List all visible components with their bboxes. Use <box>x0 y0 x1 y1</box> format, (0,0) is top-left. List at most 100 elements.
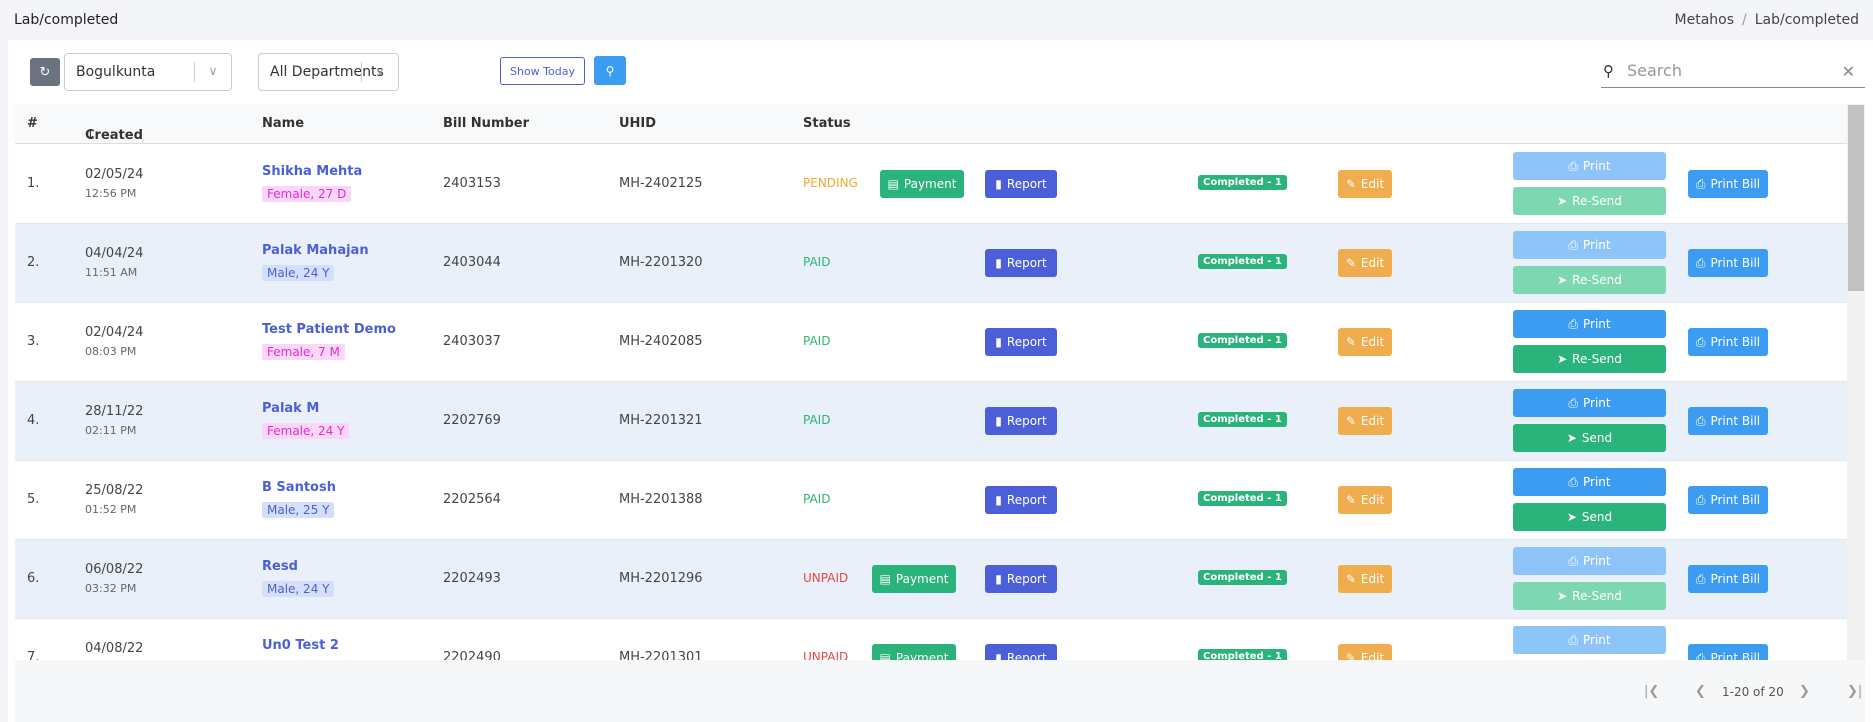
report-button[interactable]: ▮ Report <box>985 170 1057 198</box>
created-date: 25/08/22 <box>85 483 144 498</box>
report-button[interactable]: ▮ Report <box>985 249 1057 277</box>
patient-name-link[interactable]: Resd <box>262 559 298 574</box>
uhid: MH-2201388 <box>619 492 703 507</box>
next-page-icon[interactable]: ❯ <box>1799 684 1810 699</box>
patient-name-link[interactable]: Test Patient Demo <box>262 322 396 337</box>
edit-button[interactable]: ✎ Edit <box>1338 565 1392 593</box>
print-button[interactable]: ⎙ Print <box>1513 152 1666 180</box>
print-button[interactable]: ⎙ Print <box>1513 231 1666 259</box>
patient-name-link[interactable]: Palak M <box>262 401 319 416</box>
last-page-icon[interactable]: ❯| <box>1847 684 1862 699</box>
print-button[interactable]: ⎙ Print <box>1513 310 1666 338</box>
branch-select[interactable]: Bogulkunta ∨ <box>64 53 232 91</box>
refresh-button[interactable]: ↻ <box>30 58 60 86</box>
edit-button[interactable]: ✎ Edit <box>1338 249 1392 277</box>
patient-name-link[interactable]: Un0 Test 2 <box>262 638 339 653</box>
bill-number: 2403044 <box>443 255 501 270</box>
edit-button[interactable]: ✎ Edit <box>1338 328 1392 356</box>
uhid: MH-2402125 <box>619 176 703 191</box>
print-bill-button[interactable]: ⎙ Print Bill <box>1688 170 1768 198</box>
bill-number: 2202564 <box>443 492 501 507</box>
send-button[interactable]: ➤ Send <box>1513 424 1666 452</box>
search-button[interactable]: ⚲ <box>594 56 626 85</box>
patient-info-badge: Male, 24 Y <box>262 265 335 281</box>
table-row: 1. 02/05/24 12:56 PM Shikha Mehta Female, 27… <box>15 145 1853 224</box>
patient-info-badge: Female, 27 D <box>262 186 352 202</box>
row-index: 7. <box>27 650 40 660</box>
status-label: PAID <box>803 255 831 269</box>
print-bill-button[interactable]: ⎙ Print Bill <box>1688 407 1768 435</box>
printer-icon: ⎙ <box>1695 334 1706 349</box>
send-button[interactable]: ➤ Re-Send <box>1513 345 1666 373</box>
breadcrumb-home[interactable]: Metahos <box>1675 12 1735 28</box>
send-button[interactable]: ➤ Send <box>1513 503 1666 531</box>
prev-page-icon[interactable]: ❮ <box>1695 684 1706 699</box>
toolbar: ↻ Bogulkunta ∨ All Departments ∨ Show To… <box>8 40 1873 104</box>
report-button[interactable]: ▮ Report <box>985 407 1057 435</box>
pencil-icon: ✎ <box>1345 177 1356 191</box>
print-button[interactable]: ⎙ Print <box>1513 389 1666 417</box>
send-icon: ➤ <box>1557 273 1568 287</box>
send-button[interactable]: ➤ Re-Send <box>1513 187 1666 215</box>
department-select-value: All Departments <box>270 64 384 80</box>
payment-button[interactable]: ▤ Payment <box>872 644 956 660</box>
patient-name-link[interactable]: Palak Mahajan <box>262 243 369 258</box>
created-date: 04/08/22 <box>85 641 144 656</box>
pencil-icon: ✎ <box>1345 414 1356 428</box>
print-button[interactable]: ⎙ Print <box>1513 547 1666 575</box>
print-bill-button-label: Print Bill <box>1710 256 1761 270</box>
document-icon: ▮ <box>995 651 1002 660</box>
edit-button[interactable]: ✎ Edit <box>1338 407 1392 435</box>
print-bill-button[interactable]: ⎙ Print Bill <box>1688 486 1768 514</box>
print-button-label: Print <box>1583 396 1611 410</box>
edit-button-label: Edit <box>1360 177 1385 191</box>
show-today-button[interactable]: Show Today <box>500 57 585 85</box>
payment-button[interactable]: ▤ Payment <box>872 565 956 593</box>
send-button[interactable]: ➤ Re-Send <box>1513 582 1666 610</box>
send-button[interactable]: ➤ Re-Send <box>1513 266 1666 294</box>
patient-name-link[interactable]: Shikha Mehta <box>262 164 362 179</box>
uhid: MH-2201321 <box>619 413 703 428</box>
edit-button[interactable]: ✎ Edit <box>1338 644 1392 660</box>
print-bill-button[interactable]: ⎙ Print Bill <box>1688 644 1768 660</box>
patient-info-badge: Male, 24 Y <box>262 581 335 597</box>
status-label: PAID <box>803 413 831 427</box>
cash-icon: ▤ <box>879 572 891 586</box>
uhid: MH-2402085 <box>619 334 703 349</box>
report-button[interactable]: ▮ Report <box>985 486 1057 514</box>
patient-name-link[interactable]: B Santosh <box>262 480 336 495</box>
edit-button[interactable]: ✎ Edit <box>1338 486 1392 514</box>
completed-badge: Completed - 1 <box>1198 333 1287 348</box>
clear-icon[interactable]: ✕ <box>1842 62 1855 81</box>
report-button[interactable]: ▮ Report <box>985 565 1057 593</box>
patient-info-badge: Female, 24 Y <box>262 423 350 439</box>
search-input[interactable] <box>1627 61 1827 80</box>
send-button-label: Re-Send <box>1572 273 1622 287</box>
report-button[interactable]: ▮ Report <box>985 328 1057 356</box>
pencil-icon: ✎ <box>1345 256 1356 270</box>
payment-button[interactable]: ▤ Payment <box>880 170 964 198</box>
first-page-icon[interactable]: |❮ <box>1644 684 1659 699</box>
department-select[interactable]: All Departments ∨ <box>258 53 399 91</box>
pencil-icon: ✎ <box>1345 493 1356 507</box>
printer-icon: ⎙ <box>1695 255 1706 270</box>
table-row: 2. 04/04/24 11:51 AM Palak Mahajan Male, 24 … <box>15 224 1853 303</box>
print-bill-button[interactable]: ⎙ Print Bill <box>1688 328 1768 356</box>
search-icon: ⚲ <box>605 63 615 78</box>
report-button[interactable]: ▮ Report <box>985 644 1057 660</box>
status-label: PAID <box>803 334 831 348</box>
table-row: 6. 06/08/22 03:32 PM Resd Male, 24 Y 2202493 M… <box>15 540 1853 619</box>
print-button-label: Print <box>1583 475 1611 489</box>
print-bill-button[interactable]: ⎙ Print Bill <box>1688 565 1768 593</box>
send-button-label: Send <box>1581 431 1613 445</box>
print-button[interactable]: ⎙ Print <box>1513 626 1666 654</box>
patient-info-badge: Female, 7 M <box>262 344 345 360</box>
vertical-scrollbar[interactable] <box>1847 104 1865 660</box>
search-field: ⚲ ✕ <box>1601 54 1865 88</box>
print-bill-button[interactable]: ⎙ Print Bill <box>1688 249 1768 277</box>
created-date: 02/05/24 <box>85 167 144 182</box>
completed-badge: Completed - 1 <box>1198 254 1287 269</box>
scrollbar-thumb[interactable] <box>1848 105 1864 291</box>
edit-button[interactable]: ✎ Edit <box>1338 170 1392 198</box>
print-button[interactable]: ⎙ Print <box>1513 468 1666 496</box>
